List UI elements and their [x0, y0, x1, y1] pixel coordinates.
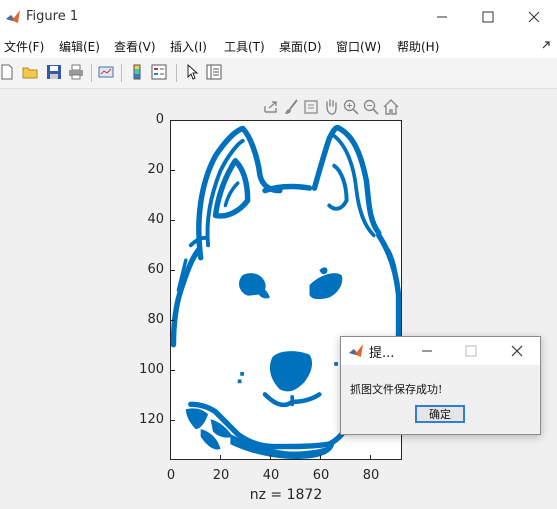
close-icon	[511, 345, 523, 357]
x-tick-mark	[270, 455, 271, 460]
new-figure-button[interactable]	[0, 63, 16, 81]
menu-desktop[interactable]: 桌面(D)	[279, 38, 322, 55]
menu-bar: 文件(F) 编辑(E) 查看(V) 插入(I) 工具(T) 桌面(D) 窗口(W…	[0, 34, 557, 58]
spy-filled-region	[240, 372, 244, 376]
zoom-out-icon[interactable]	[362, 98, 380, 116]
y-tick-mark	[170, 370, 175, 371]
window-title: Figure 1	[26, 9, 79, 24]
insert-legend-button[interactable]	[150, 63, 168, 81]
menu-view[interactable]: 查看(V)	[114, 38, 156, 55]
x-tick-mark	[170, 455, 171, 460]
dialog-message: 抓图文件保存成功!	[350, 383, 443, 396]
menu-insert[interactable]: 插入(I)	[170, 38, 207, 55]
matlab-logo-icon	[349, 344, 363, 357]
property-inspector-icon	[206, 64, 222, 80]
insert-colorbar-button[interactable]	[128, 63, 146, 81]
spy-outline-segment	[311, 124, 382, 236]
spy-outline-segment	[327, 163, 349, 211]
close-button[interactable]	[511, 0, 557, 34]
x-tick-label: 0	[166, 468, 176, 483]
y-tick-label: 100	[139, 362, 164, 377]
pointer-arrow-icon	[187, 64, 199, 80]
property-inspector-button[interactable]	[205, 63, 223, 81]
y-tick-mark	[170, 420, 175, 421]
y-tick-mark	[170, 320, 175, 321]
zoom-in-icon[interactable]	[342, 98, 360, 116]
new-file-icon	[1, 64, 13, 80]
dialog-title: 提...	[369, 346, 395, 361]
message-dialog: 提... 抓图文件保存成功! 确定	[340, 336, 541, 435]
x-tick-label: 40	[262, 468, 280, 483]
y-tick-label: 40	[147, 212, 164, 227]
dialog-title-bar: 提...	[341, 337, 540, 365]
minimize-icon	[422, 350, 432, 352]
x-tick-label: 20	[212, 468, 230, 483]
title-bar: Figure 1	[0, 0, 557, 34]
spy-filled-region	[309, 273, 343, 300]
export-icon[interactable]	[262, 98, 280, 116]
ok-button[interactable]: 确定	[415, 405, 465, 423]
spy-filled-region	[269, 351, 313, 392]
print-button[interactable]	[67, 63, 85, 81]
y-tick-label: 120	[139, 412, 164, 427]
x-tick-label: 60	[312, 468, 330, 483]
x-axis-label: nz = 1872	[249, 487, 323, 503]
y-tick-label: 60	[147, 262, 164, 277]
pan-hand-icon[interactable]	[322, 98, 340, 116]
menu-tools[interactable]: 工具(T)	[224, 38, 265, 55]
floppy-disk-icon	[47, 65, 61, 79]
maximize-button[interactable]	[465, 0, 511, 34]
x-tick-label: 80	[362, 468, 380, 483]
spy-filled-region	[185, 408, 209, 430]
minimize-button[interactable]	[419, 0, 465, 34]
y-tick-mark	[170, 270, 175, 271]
x-tick-mark	[370, 455, 371, 460]
menu-help[interactable]: 帮助(H)	[397, 38, 439, 55]
open-file-button[interactable]	[21, 63, 39, 81]
close-icon	[528, 11, 540, 23]
maximize-icon	[465, 345, 477, 357]
y-tick-label: 0	[155, 112, 164, 127]
toolbar-separator	[91, 64, 92, 82]
toolbar-separator	[176, 64, 177, 82]
minimize-icon	[437, 16, 447, 18]
menu-edit[interactable]: 编辑(E)	[59, 38, 100, 55]
dialog-maximize-button[interactable]	[451, 337, 491, 365]
spy-filled-region	[237, 379, 242, 384]
dialog-minimize-button[interactable]	[407, 337, 447, 365]
save-button[interactable]	[45, 63, 63, 81]
y-tick-label: 20	[147, 162, 164, 177]
edit-plot-button[interactable]	[183, 63, 201, 81]
y-tick-mark	[170, 170, 175, 171]
colorbar-icon	[133, 64, 141, 80]
dock-arrow-icon[interactable]	[541, 40, 551, 50]
brush-icon[interactable]	[282, 98, 300, 116]
spy-filled-region	[334, 362, 338, 366]
maximize-icon	[482, 11, 494, 23]
figure-toolbar	[0, 58, 557, 89]
spy-outline-segment	[223, 181, 240, 208]
y-tick-label: 80	[147, 312, 164, 327]
matlab-logo-icon	[6, 10, 20, 23]
menu-window[interactable]: 窗口(W)	[336, 38, 381, 55]
y-tick-mark	[170, 120, 175, 121]
legend-icon	[151, 64, 167, 80]
link-plot-button[interactable]	[97, 63, 115, 81]
spy-outline-segment	[262, 183, 313, 194]
spy-filled-region	[319, 267, 328, 275]
datatips-icon[interactable]	[302, 98, 320, 116]
link-plot-icon	[98, 66, 114, 78]
y-tick-mark	[170, 220, 175, 221]
printer-icon	[69, 64, 83, 80]
x-tick-mark	[320, 455, 321, 460]
toolbar-separator	[121, 64, 122, 82]
x-tick-mark	[220, 455, 221, 460]
folder-icon	[22, 67, 38, 79]
menu-file[interactable]: 文件(F)	[4, 38, 44, 55]
dialog-close-button[interactable]	[497, 337, 537, 365]
home-icon[interactable]	[382, 98, 400, 116]
